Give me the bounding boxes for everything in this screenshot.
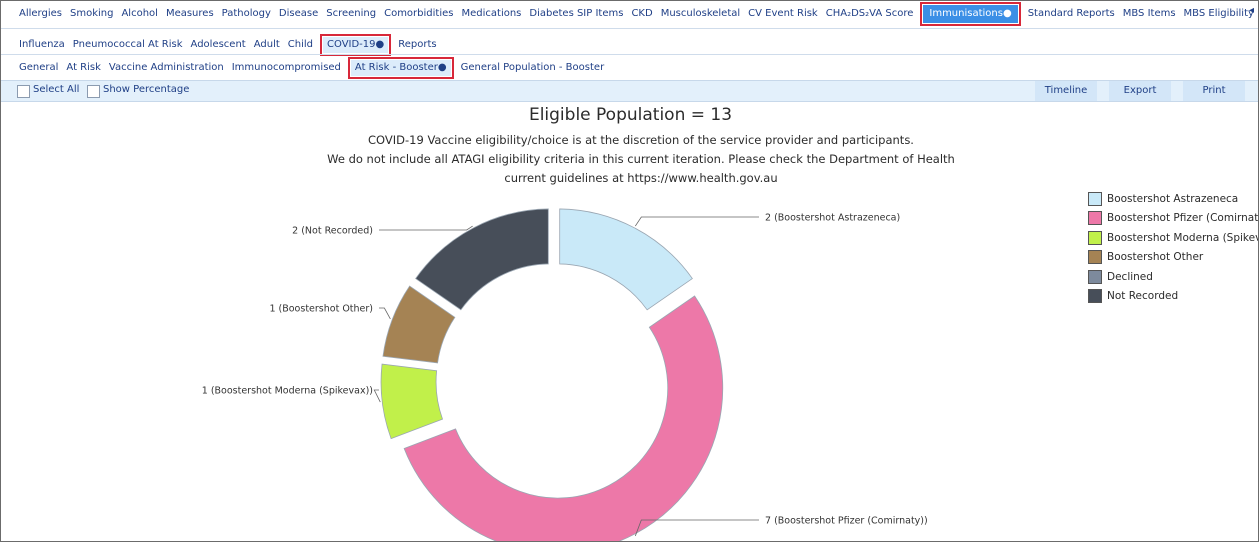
data-label-leader xyxy=(379,307,391,320)
data-label: 2 (Boostershot Astrazeneca) xyxy=(765,213,900,224)
legend-swatch xyxy=(1088,211,1102,226)
legend-swatch xyxy=(1088,289,1102,304)
donut-slice[interactable] xyxy=(403,295,724,542)
data-label: 7 (Boostershot Pfizer (Comirnaty)) xyxy=(765,516,928,527)
chart-legend: Boostershot Astrazeneca Boostershot Pfize… xyxy=(1088,189,1259,307)
legend-label: Not Recorded xyxy=(1107,290,1179,303)
data-label: 1 (Boostershot Other) xyxy=(269,304,373,315)
legend-item[interactable]: Declined xyxy=(1088,267,1258,287)
legend-swatch xyxy=(1088,230,1102,245)
legend-swatch xyxy=(1088,191,1102,206)
legend-label: Boostershot Astrazeneca xyxy=(1107,192,1239,205)
app-frame: Allergies Smoking Alcohol Measures Pathology… xyxy=(0,0,1259,542)
legend-item[interactable]: Boostershot Pfizer (Comirnaty) xyxy=(1088,209,1259,229)
legend-label: Boostershot Moderna (Spikevax) xyxy=(1107,231,1258,244)
donut-slice[interactable] xyxy=(415,208,549,311)
data-label-leader xyxy=(634,216,759,227)
legend-item[interactable]: Boostershot Astrazeneca xyxy=(1088,189,1258,209)
donut-slice[interactable] xyxy=(380,363,444,440)
data-label-leader xyxy=(379,225,473,231)
legend-item[interactable]: Boostershot Other xyxy=(1088,248,1258,268)
data-label-leader xyxy=(373,389,381,403)
legend-label: Boostershot Other xyxy=(1107,251,1204,264)
legend-swatch xyxy=(1088,250,1102,265)
legend-label: Declined xyxy=(1107,270,1153,283)
donut-slice[interactable] xyxy=(559,208,693,311)
legend-item[interactable]: Boostershot Moderna (Spikevax) xyxy=(1088,228,1258,248)
data-label: 2 (Not Recorded) xyxy=(292,226,373,237)
data-label: 1 (Boostershot Moderna (Spikevax)) xyxy=(202,386,373,397)
donut-chart: 2 (Boostershot Astrazeneca) 7 (Boostersho… xyxy=(202,208,928,542)
legend-label: Boostershot Pfizer (Comirnaty) xyxy=(1107,212,1259,225)
legend-swatch xyxy=(1088,269,1102,284)
legend-item[interactable]: Not Recorded xyxy=(1088,287,1258,307)
